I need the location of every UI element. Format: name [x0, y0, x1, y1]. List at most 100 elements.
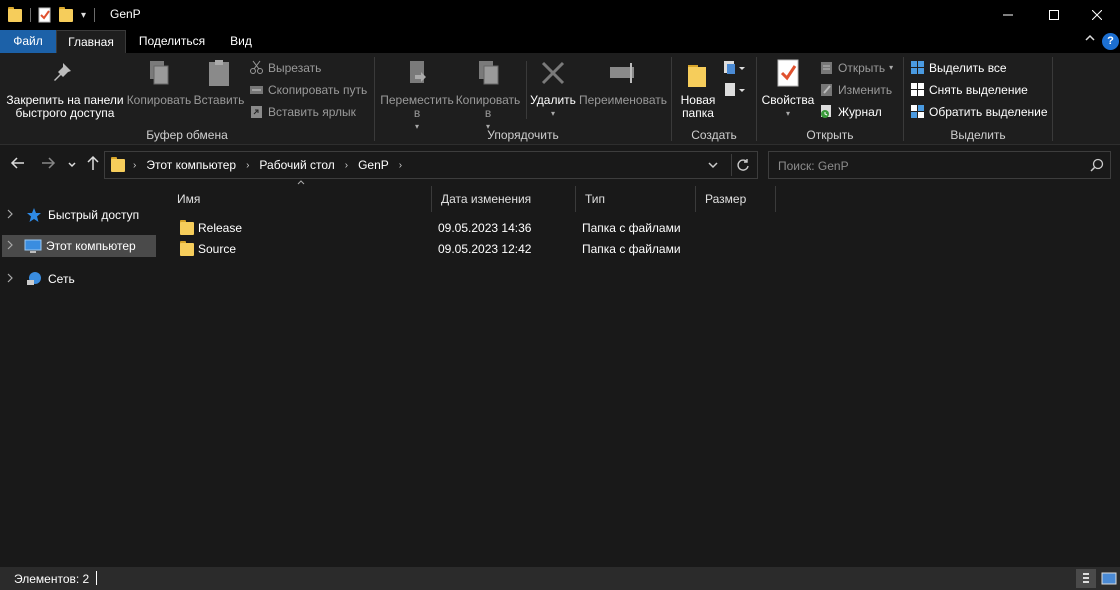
organize-group: Переместить в ▾ Копировать в ▾ Удалить ▾…	[375, 53, 672, 145]
properties-button[interactable]: Свойства ▾	[759, 57, 817, 120]
maximize-button[interactable]	[1031, 0, 1077, 30]
tab-file[interactable]: Файл	[0, 30, 56, 53]
paste-button[interactable]: Вставить	[193, 57, 245, 107]
copy-label: Копировать	[126, 93, 192, 107]
paste-shortcut-button[interactable]: Вставить ярлык	[249, 102, 356, 121]
copy-path-button[interactable]: Скопировать путь	[249, 80, 367, 99]
column-header-date[interactable]: Дата изменения	[432, 186, 576, 212]
open-button[interactable]: Открыть ▾	[819, 58, 893, 77]
open-label: Открыть	[838, 60, 886, 75]
new-item-button[interactable]	[722, 59, 746, 80]
copy-path-label: Скопировать путь	[268, 82, 368, 97]
rename-icon	[607, 57, 639, 89]
rename-button[interactable]: Переименовать	[577, 57, 669, 107]
cut-button[interactable]: Вырезать	[249, 58, 321, 77]
history-icon	[819, 104, 834, 119]
easy-access-button[interactable]	[722, 81, 746, 102]
details-view-button[interactable]	[1076, 569, 1096, 588]
clipboard-group: Закрепить на панели быстрого доступа Коп…	[0, 53, 375, 145]
address-history-dropdown[interactable]	[707, 159, 719, 174]
nav-item-label: Сеть	[48, 272, 75, 286]
organize-group-label: Упорядочить	[487, 128, 559, 142]
nav-item-this-pc[interactable]: Этот компьютер	[2, 235, 156, 257]
close-button[interactable]	[1074, 0, 1120, 30]
rename-label: Переименовать	[579, 93, 667, 107]
properties-icon[interactable]	[37, 7, 53, 23]
history-button[interactable]: Журнал	[819, 102, 882, 121]
column-header-name[interactable]: Имя	[168, 186, 432, 212]
breadcrumb-desktop[interactable]: Рабочий стол	[259, 158, 334, 172]
customize-toolbar-dropdown[interactable]: ▾	[81, 10, 86, 21]
select-all-icon	[910, 60, 925, 75]
nav-item-quick-access[interactable]: Быстрый доступ	[2, 204, 156, 226]
collapse-ribbon-icon[interactable]	[1084, 32, 1096, 47]
folder-icon	[180, 220, 194, 236]
move-to-icon	[401, 57, 433, 89]
list-item[interactable]: Source 09.05.2023 12:42 Папка с файлами	[172, 239, 688, 260]
tab-home[interactable]: Главная	[56, 30, 126, 53]
select-all-label: Выделить все	[929, 60, 1007, 75]
chevron-right-icon[interactable]	[2, 209, 18, 222]
chevron-right-icon[interactable]: ›	[345, 160, 348, 171]
back-button[interactable]	[10, 155, 26, 175]
minimize-button[interactable]	[985, 0, 1031, 30]
delete-button[interactable]: Удалить ▾	[529, 57, 577, 120]
search-icon[interactable]	[1090, 158, 1104, 175]
chevron-right-icon[interactable]: ›	[133, 160, 136, 171]
select-all-button[interactable]: Выделить все	[910, 58, 1007, 77]
invert-selection-button[interactable]: Обратить выделение	[910, 102, 1048, 121]
delete-label: Удалить	[530, 93, 576, 107]
copy-path-icon	[249, 82, 264, 97]
chevron-right-icon[interactable]	[2, 273, 18, 286]
copy-to-button[interactable]: Копировать в ▾	[453, 57, 523, 133]
breadcrumb-genp[interactable]: GenP	[358, 158, 389, 172]
tab-share[interactable]: Поделиться	[132, 30, 212, 53]
list-item[interactable]: Release 09.05.2023 14:36 Папка с файлами	[172, 218, 688, 239]
address-bar[interactable]: › Этот компьютер › Рабочий стол › GenP ›	[104, 151, 758, 179]
nav-item-label: Быстрый доступ	[48, 208, 140, 222]
select-none-button[interactable]: Снять выделение	[910, 80, 1028, 99]
recent-locations-dropdown[interactable]	[67, 157, 77, 174]
nav-item-network[interactable]: Сеть	[2, 268, 156, 290]
file-date: 09.05.2023 14:36	[438, 221, 532, 235]
properties-icon	[772, 57, 804, 89]
forward-button[interactable]	[40, 155, 56, 175]
help-icon[interactable]: ?	[1102, 33, 1119, 50]
edit-button[interactable]: Изменить	[819, 80, 892, 99]
divider	[96, 571, 97, 585]
chevron-right-icon[interactable]	[2, 240, 18, 253]
folder-icon	[111, 157, 125, 173]
history-label: Журнал	[838, 104, 882, 119]
search-input[interactable]: Поиск: GenP	[778, 159, 849, 173]
copy-button[interactable]: Копировать	[126, 57, 192, 107]
paste-icon	[203, 57, 235, 89]
refresh-icon[interactable]	[736, 158, 750, 175]
tab-view[interactable]: Вид	[220, 30, 262, 53]
up-button[interactable]	[86, 155, 100, 175]
status-bar: Элементов: 2	[0, 567, 1120, 590]
edit-label: Изменить	[838, 82, 893, 97]
nav-item-label: Этот компьютер	[46, 239, 136, 253]
pin-to-quick-access-button[interactable]: Закрепить на панели быстрого доступа	[4, 57, 126, 120]
title-bar: ▾ GenP	[0, 0, 1120, 30]
breadcrumb-this-pc[interactable]: Этот компьютер	[146, 158, 236, 172]
new-folder-icon[interactable]	[59, 7, 75, 23]
chevron-right-icon[interactable]: ›	[246, 160, 249, 171]
column-header-type[interactable]: Тип	[576, 186, 696, 212]
new-folder-button[interactable]: Новая папка	[674, 57, 722, 120]
pin-icon	[49, 57, 81, 89]
select-group: Выделить все Снять выделение Обратить вы…	[904, 53, 1053, 145]
large-icons-view-button[interactable]	[1099, 569, 1119, 588]
chevron-right-icon[interactable]: ›	[399, 160, 402, 171]
window-title: GenP	[110, 7, 141, 21]
pin-label: Закрепить на панели быстрого доступа	[6, 93, 124, 120]
ribbon: Закрепить на панели быстрого доступа Коп…	[0, 53, 1120, 145]
chevron-down-icon: ▾	[889, 63, 894, 72]
column-header-size[interactable]: Размер	[696, 186, 776, 212]
cut-label: Вырезать	[268, 60, 322, 75]
file-name: Release	[198, 221, 243, 235]
move-to-button[interactable]: Переместить в ▾	[379, 57, 455, 133]
file-name: Source	[198, 242, 237, 256]
copy-icon	[143, 57, 175, 89]
search-box[interactable]: Поиск: GenP	[768, 151, 1111, 179]
